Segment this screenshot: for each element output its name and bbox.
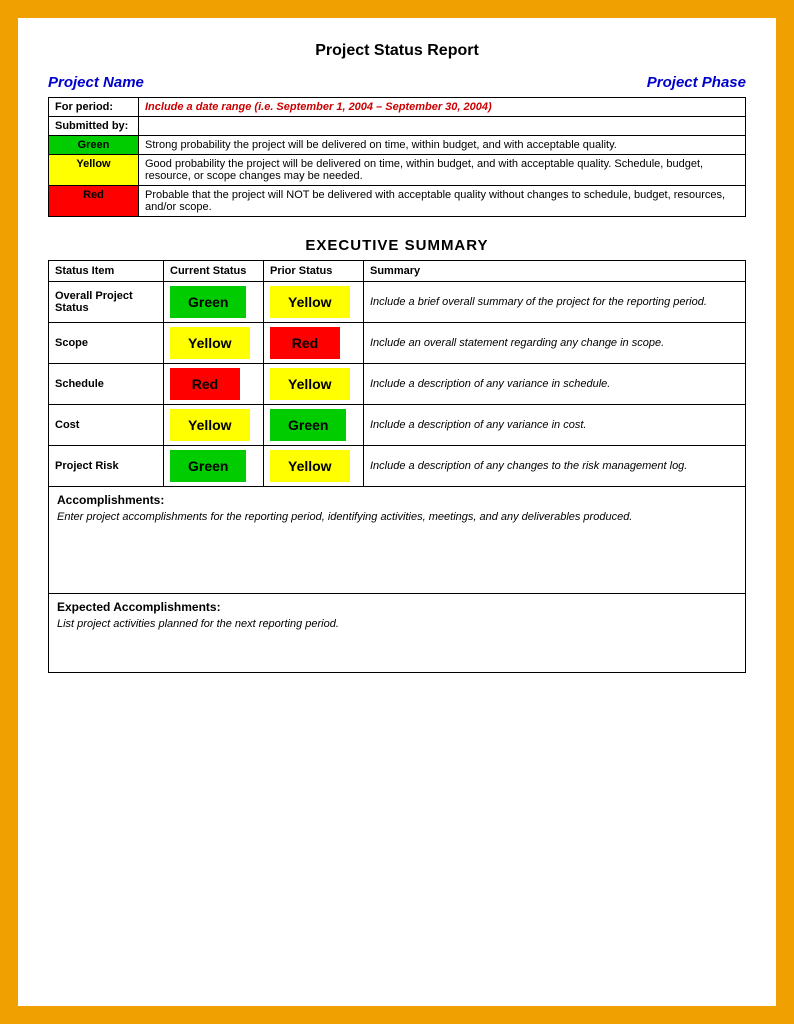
header-current-status: Current Status xyxy=(164,261,264,282)
executive-summary-title: EXECUTIVE SUMMARY xyxy=(48,237,746,254)
summary-cell: Include a description of any changes to … xyxy=(364,446,746,487)
accomplishments-text: Enter project accomplishments for the re… xyxy=(57,511,737,551)
for-period-label: For period: xyxy=(49,98,139,117)
header-prior-status: Prior Status xyxy=(264,261,364,282)
prior-status-cell: Red xyxy=(264,323,364,364)
legend-red-desc: Probable that the project will NOT be de… xyxy=(139,186,746,217)
summary-cell: Include a description of any variance in… xyxy=(364,405,746,446)
header-status-item: Status Item xyxy=(49,261,164,282)
status-item: Scope xyxy=(49,323,164,364)
accomplishments-section: Accomplishments: Enter project accomplis… xyxy=(48,487,746,594)
prior-status-badge: Green xyxy=(270,409,346,441)
current-status-badge: Green xyxy=(170,286,246,318)
legend-yellow-desc: Good probability the project will be del… xyxy=(139,155,746,186)
table-row: CostYellow Green Include a description of … xyxy=(49,405,746,446)
current-status-badge: Red xyxy=(170,368,240,400)
summary-cell: Include a brief overall summary of the p… xyxy=(364,282,746,323)
prior-status-badge: Yellow xyxy=(270,286,350,318)
prior-status-cell: Green xyxy=(264,405,364,446)
submitted-by-value xyxy=(139,117,746,136)
current-status-cell: Yellow xyxy=(164,323,264,364)
table-row: Overall Project StatusGreen Yellow Include… xyxy=(49,282,746,323)
current-status-cell: Red xyxy=(164,364,264,405)
legend-yellow-color: Yellow xyxy=(49,155,139,186)
expected-section: Expected Accomplishments: List project a… xyxy=(48,594,746,673)
current-status-cell: Green xyxy=(164,282,264,323)
expected-title: Expected Accomplishments: xyxy=(57,600,737,614)
prior-status-cell: Yellow xyxy=(264,364,364,405)
prior-status-badge: Yellow xyxy=(270,450,350,482)
header-summary: Summary xyxy=(364,261,746,282)
current-status-cell: Yellow xyxy=(164,405,264,446)
table-row: ScheduleRed Yellow Include a description o… xyxy=(49,364,746,405)
table-row: Project RiskGreen Yellow Include a descrip… xyxy=(49,446,746,487)
current-status-cell: Green xyxy=(164,446,264,487)
prior-status-cell: Yellow xyxy=(264,446,364,487)
expected-text: List project activities planned for the … xyxy=(57,618,737,630)
status-item: Cost xyxy=(49,405,164,446)
info-table: For period: Include a date range (i.e. S… xyxy=(48,97,746,217)
current-status-badge: Yellow xyxy=(170,409,250,441)
table-row: ScopeYellow Red Include an overall stateme… xyxy=(49,323,746,364)
prior-status-badge: Red xyxy=(270,327,340,359)
summary-cell: Include an overall statement regarding a… xyxy=(364,323,746,364)
page-title: Project Status Report xyxy=(48,42,746,60)
summary-cell: Include a description of any variance in… xyxy=(364,364,746,405)
project-header: Project Name Project Phase xyxy=(48,74,746,91)
prior-status-badge: Yellow xyxy=(270,368,350,400)
for-period-value: Include a date range (i.e. September 1, … xyxy=(139,98,746,117)
current-status-badge: Yellow xyxy=(170,327,250,359)
prior-status-cell: Yellow xyxy=(264,282,364,323)
status-item: Project Risk xyxy=(49,446,164,487)
project-name-label: Project Name xyxy=(48,74,144,91)
accomplishments-title: Accomplishments: xyxy=(57,493,737,507)
page: Project Status Report Project Name Proje… xyxy=(18,18,776,1006)
current-status-badge: Green xyxy=(170,450,246,482)
executive-summary-table: Status Item Current Status Prior Status … xyxy=(48,260,746,487)
legend-green-desc: Strong probability the project will be d… xyxy=(139,136,746,155)
status-item: Schedule xyxy=(49,364,164,405)
submitted-by-label: Submitted by: xyxy=(49,117,139,136)
legend-green-color: Green xyxy=(49,136,139,155)
legend-red-color: Red xyxy=(49,186,139,217)
project-phase-label: Project Phase xyxy=(647,74,746,91)
status-item: Overall Project Status xyxy=(49,282,164,323)
